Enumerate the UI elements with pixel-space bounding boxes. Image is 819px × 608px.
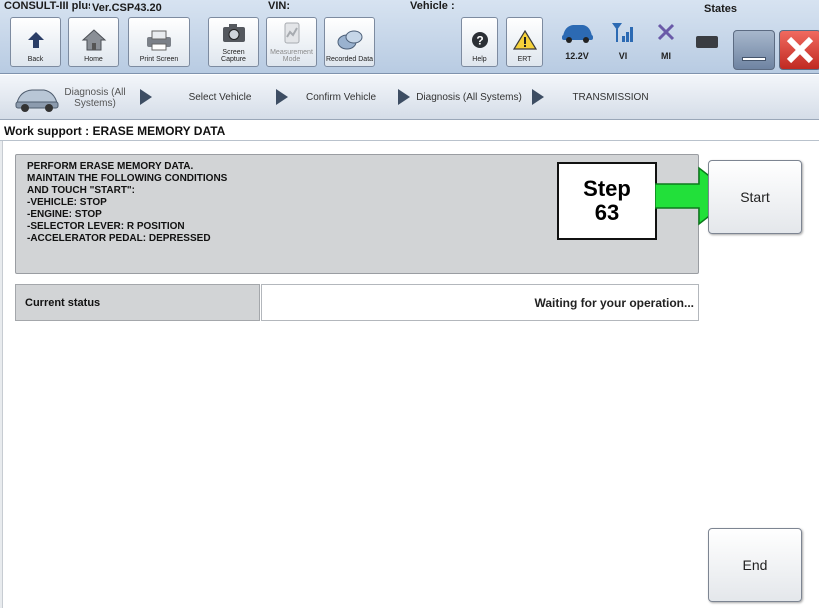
app-title: CONSULT-III plus xyxy=(4,0,90,12)
step-callout-number: 63 xyxy=(594,200,620,225)
current-status-value: Waiting for your operation... xyxy=(261,284,699,321)
left-border xyxy=(0,141,3,608)
home-icon xyxy=(74,26,114,54)
minimize-button[interactable] xyxy=(733,30,775,70)
recorded-data-icon xyxy=(330,26,370,54)
instruction-line: -VEHICLE: STOP xyxy=(27,197,107,208)
crumb-separator-icon xyxy=(276,89,288,105)
camera-icon xyxy=(214,19,254,47)
home-button[interactable]: Home xyxy=(68,17,119,67)
crumb-separator-icon xyxy=(140,89,152,105)
crumb-diagnosis-all-systems[interactable]: Diagnosis (All Systems) xyxy=(60,75,130,120)
start-button[interactable]: Start xyxy=(708,160,802,234)
instruction-line: -SELECTOR LEVER: R POSITION xyxy=(27,221,185,232)
crumb-select-vehicle[interactable]: Select Vehicle xyxy=(170,75,270,120)
back-arrow-icon xyxy=(16,26,56,54)
instruction-line: -ACCELERATOR PEDAL: DEPRESSED xyxy=(27,233,211,244)
version-text: Ver.CSP43.20 xyxy=(92,2,162,14)
recorded-data-button[interactable]: Recorded Data xyxy=(324,17,375,67)
end-button[interactable]: End xyxy=(708,528,802,602)
close-icon xyxy=(786,36,814,64)
help-icon: ? xyxy=(460,26,500,54)
close-button[interactable] xyxy=(779,30,819,70)
ert-button[interactable]: ERT xyxy=(506,17,543,67)
toolbar: CONSULT-III plus Ver.CSP43.20 VIN: Vehic… xyxy=(0,0,819,74)
instruction-line: MAINTAIN THE FOLLOWING CONDITIONS xyxy=(27,173,228,184)
measurement-mode-button[interactable]: Measurement Mode xyxy=(266,17,317,67)
help-button[interactable]: ? Help xyxy=(461,17,498,67)
states-text: States xyxy=(704,3,738,15)
breadcrumb: Diagnosis (All Systems) Select Vehicle C… xyxy=(0,75,819,120)
svg-text:?: ? xyxy=(476,34,483,48)
crumb-diagnosis-all-systems-2[interactable]: Diagnosis (All Systems) xyxy=(414,75,524,120)
instruction-line: PERFORM ERASE MEMORY DATA. xyxy=(27,161,194,172)
page-title: Work support : ERASE MEMORY DATA xyxy=(4,124,226,138)
screen-capture-button[interactable]: Screen Capture xyxy=(208,17,259,67)
step-callout-label: Step xyxy=(583,176,631,201)
car-battery-icon xyxy=(559,20,595,49)
instruction-line: -ENGINE: STOP xyxy=(27,209,102,220)
mi-status: MI xyxy=(646,20,686,66)
vehicle-diagnosis-icon xyxy=(14,81,60,118)
vin-text: VIN: xyxy=(268,0,290,12)
measurement-icon xyxy=(272,19,312,47)
crumb-confirm-vehicle[interactable]: Confirm Vehicle xyxy=(291,75,391,120)
mi-x-icon xyxy=(655,20,677,49)
signal-icon xyxy=(610,20,636,49)
back-button[interactable]: Back xyxy=(10,17,61,67)
vehicle-text: Vehicle : xyxy=(410,0,455,12)
printer-icon xyxy=(139,26,179,54)
crumb-transmission[interactable]: TRANSMISSION xyxy=(548,75,673,120)
connector-icon xyxy=(696,35,718,54)
vi-status: VI xyxy=(603,20,643,66)
crumb-separator-icon xyxy=(532,89,544,105)
current-status-label: Current status xyxy=(15,284,260,321)
step-callout: Step 63 xyxy=(557,162,657,240)
instruction-line: AND TOUCH "START": xyxy=(27,185,135,196)
battery-status: 12.2V xyxy=(557,20,597,66)
minimize-icon xyxy=(742,57,766,61)
crumb-separator-icon xyxy=(398,89,410,105)
divider xyxy=(0,140,819,141)
warning-icon xyxy=(505,26,545,54)
print-screen-button[interactable]: Print Screen xyxy=(128,17,190,67)
